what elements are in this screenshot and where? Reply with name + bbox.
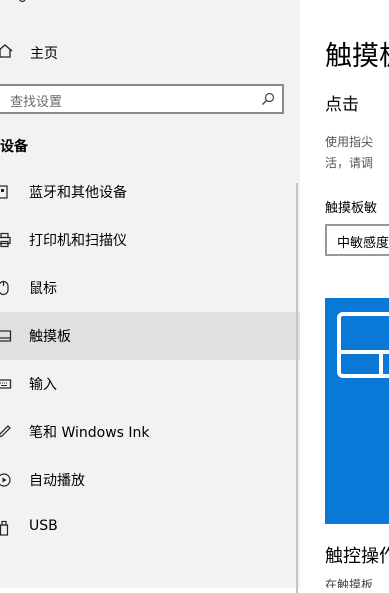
- sidebar-item-bluetooth[interactable]: 蓝牙和其他设备: [0, 168, 300, 216]
- sidebar-item-label: 自动播放: [29, 473, 85, 489]
- usb-icon: [0, 520, 9, 536]
- printer-icon: [0, 232, 11, 248]
- touchpad-icon: [0, 330, 12, 342]
- sidebar-scrollbar[interactable]: [296, 183, 298, 593]
- touchpad-illustration: [325, 298, 389, 524]
- sidebar: o 主页 查找设置 设备 蓝牙和其他设备 打印机和扫描仪: [0, 0, 300, 593]
- click-description: 使用指尖 活，请调: [325, 132, 373, 174]
- sidebar-item-touchpad[interactable]: 触摸板: [0, 312, 300, 360]
- sensitivity-value: 中敏感度: [337, 236, 389, 251]
- search-icon[interactable]: [261, 92, 275, 106]
- sidebar-item-typing[interactable]: 输入: [0, 360, 300, 408]
- sensitivity-label: 触摸板敏: [325, 201, 378, 216]
- description-line-2: 活，请调: [325, 156, 374, 170]
- section-title: 设备: [0, 139, 28, 155]
- sidebar-item-usb[interactable]: USB: [0, 504, 300, 552]
- sidebar-item-label: 鼠标: [29, 281, 57, 297]
- sidebar-item-label: 打印机和扫描仪: [29, 233, 127, 249]
- sidebar-item-label: USB: [29, 518, 58, 534]
- click-section-title: 点击: [325, 95, 359, 115]
- description-line-1: 使用指尖: [325, 135, 374, 149]
- touchpad-illustration-icon: [337, 312, 389, 378]
- sidebar-item-autoplay[interactable]: 自动播放: [0, 456, 300, 504]
- sidebar-item-label: 输入: [29, 377, 57, 393]
- search-input[interactable]: 查找设置: [0, 84, 284, 114]
- home-label: 主页: [30, 46, 58, 62]
- sidebar-item-mouse[interactable]: 鼠标: [0, 264, 300, 312]
- search-placeholder: 查找设置: [10, 95, 63, 110]
- sensitivity-dropdown[interactable]: 中敏感度: [325, 224, 389, 256]
- main-content: 触摸板 点击 使用指尖 活，请调 触摸板敏 中敏感度 触控操作 在触摸板: [300, 0, 389, 588]
- autoplay-icon: [0, 473, 11, 487]
- keyboard-icon: [0, 379, 12, 389]
- sidebar-item-pen[interactable]: 笔和 Windows Ink: [0, 408, 300, 456]
- bluetooth-devices-icon: [0, 185, 8, 199]
- mouse-icon: [0, 280, 9, 296]
- page-title: 触摸板: [325, 41, 389, 72]
- home-icon: [0, 44, 13, 58]
- sidebar-item-label: 触摸板: [29, 329, 71, 345]
- sidebar-item-label: 笔和 Windows Ink: [29, 425, 150, 441]
- top-cut-text: o: [18, 0, 27, 6]
- sidebar-item-label: 蓝牙和其他设备: [29, 185, 127, 201]
- touch-gestures-description: 在触摸板: [325, 578, 374, 588]
- home-nav-item[interactable]: 主页: [0, 36, 300, 68]
- sidebar-item-printers[interactable]: 打印机和扫描仪: [0, 216, 300, 264]
- pen-icon: [0, 425, 11, 438]
- touch-gestures-title: 触控操作: [325, 546, 389, 567]
